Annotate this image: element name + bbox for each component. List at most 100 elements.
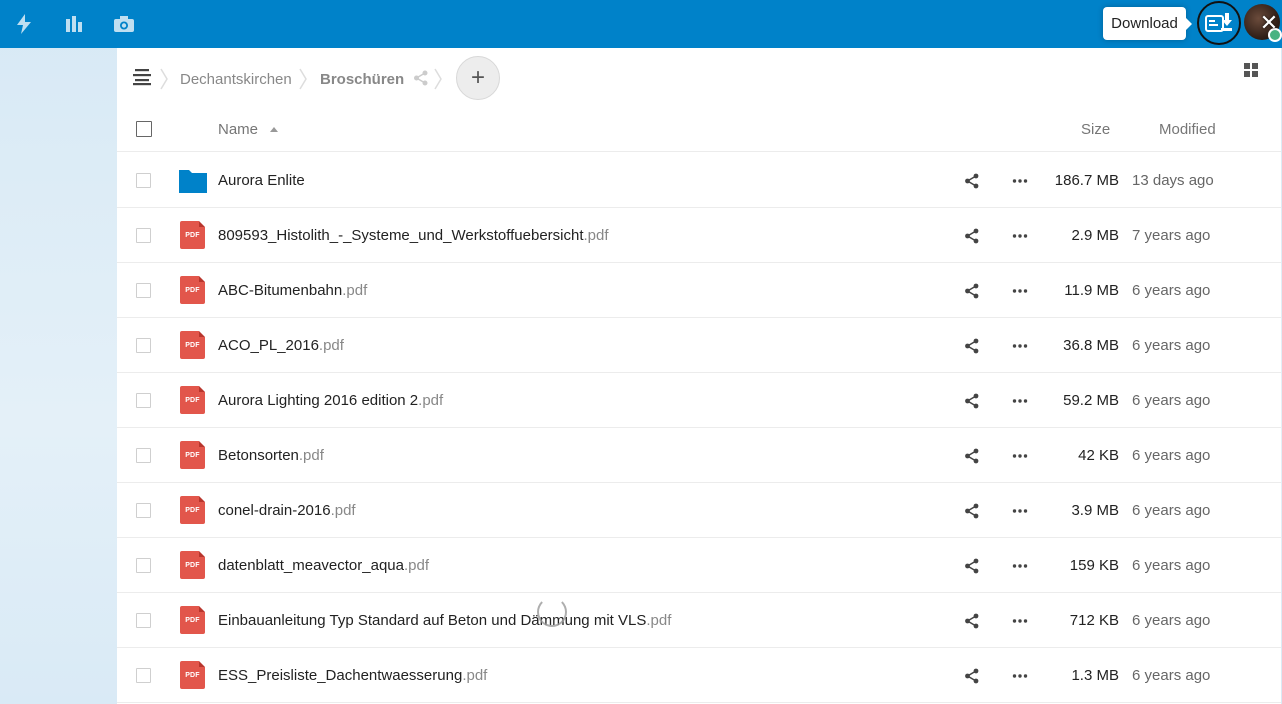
table-row[interactable]: PDF ACO_PL_2016.pdf 36.8 MB 6 years ago [117, 318, 1281, 373]
file-modified: 6 years ago [1132, 447, 1211, 464]
row-checkbox[interactable] [136, 393, 151, 408]
pdf-icon-label: PDF [185, 506, 200, 514]
more-actions-icon[interactable] [1012, 668, 1028, 684]
file-basename: conel-drain-2016 [218, 502, 331, 519]
file-name[interactable]: Betonsorten.pdf [218, 447, 324, 464]
more-actions-icon[interactable] [1012, 338, 1028, 354]
more-actions-icon[interactable] [1012, 393, 1028, 409]
loading-spinner [537, 597, 567, 627]
share-icon[interactable] [964, 173, 980, 189]
table-row[interactable]: PDF ABC-Bitumenbahn.pdf 11.9 MB 6 years … [117, 263, 1281, 318]
row-checkbox[interactable] [136, 338, 151, 353]
top-header-bar: Download ✕ [0, 0, 1282, 48]
file-name[interactable]: datenblatt_meavector_aqua.pdf [218, 557, 429, 574]
files-panel: Dechantskirchen Broschüren + Name Size M… [117, 48, 1281, 704]
column-header-modified[interactable]: Modified [1159, 121, 1216, 138]
file-basename: Aurora Lighting 2016 edition 2 [218, 392, 419, 409]
row-checkbox[interactable] [136, 503, 151, 518]
table-row[interactable]: PDF ESS_Preisliste_Dachentwaesserung.pdf… [117, 648, 1281, 703]
share-icon[interactable] [964, 283, 980, 299]
more-actions-icon[interactable] [1012, 503, 1028, 519]
file-name[interactable]: Aurora Lighting 2016 edition 2.pdf [218, 392, 443, 409]
share-icon[interactable] [964, 503, 980, 519]
pdf-file-icon: PDF [180, 386, 205, 414]
file-name[interactable]: Einbauanleitung Typ Standard auf Beton u… [218, 612, 671, 629]
breadcrumb-item-dechantskirchen[interactable]: Dechantskirchen [180, 71, 292, 88]
close-icon[interactable]: ✕ [1258, 12, 1280, 34]
share-icon[interactable] [964, 558, 980, 574]
row-checkbox[interactable] [136, 613, 151, 628]
more-actions-icon[interactable] [1012, 613, 1028, 629]
breadcrumb-item-current[interactable]: Broschüren [320, 71, 404, 88]
home-icon[interactable] [133, 68, 153, 86]
table-row[interactable]: PDF datenblatt_meavector_aqua.pdf 159 KB… [117, 538, 1281, 593]
pdf-file-icon: PDF [180, 331, 205, 359]
table-row[interactable]: Aurora Enlite 186.7 MB 13 days ago [117, 153, 1281, 208]
file-basename: 809593_Histolith_-_Systeme_und_Werkstoff… [218, 227, 584, 244]
file-name[interactable]: ESS_Preisliste_Dachentwaesserung.pdf [218, 667, 487, 684]
file-extension: .pdf [298, 447, 324, 464]
dashboard-icon[interactable] [62, 12, 86, 36]
file-size: 159 KB [1069, 557, 1119, 574]
more-actions-icon[interactable] [1012, 558, 1028, 574]
row-checkbox[interactable] [136, 558, 151, 573]
file-modified: 6 years ago [1132, 502, 1211, 519]
file-name[interactable]: ABC-Bitumenbahn.pdf [218, 282, 367, 299]
table-row[interactable]: PDF 809593_Histolith_-_Systeme_und_Werks… [117, 208, 1281, 263]
table-row[interactable]: PDF Betonsorten.pdf 42 KB 6 years ago [117, 428, 1281, 483]
column-header-size[interactable]: Size [1081, 121, 1110, 138]
file-name[interactable]: conel-drain-2016.pdf [218, 502, 356, 519]
share-icon[interactable] [413, 70, 429, 86]
pdf-file-icon: PDF [180, 221, 205, 249]
file-extension: .pdf [462, 667, 488, 684]
table-header: Name Size Modified [117, 104, 1281, 152]
row-checkbox[interactable] [136, 173, 151, 188]
share-icon[interactable] [964, 393, 980, 409]
share-icon[interactable] [964, 228, 980, 244]
row-checkbox[interactable] [136, 448, 151, 463]
more-actions-icon[interactable] [1012, 448, 1028, 464]
file-extension: .pdf [318, 337, 344, 354]
file-name[interactable]: 809593_Histolith_-_Systeme_und_Werkstoff… [218, 227, 609, 244]
row-checkbox[interactable] [136, 228, 151, 243]
file-modified: 7 years ago [1132, 227, 1211, 244]
pdf-file-icon: PDF [180, 496, 205, 524]
plus-icon: + [470, 64, 485, 91]
table-row[interactable]: PDF Aurora Lighting 2016 edition 2.pdf 5… [117, 373, 1281, 428]
more-actions-icon[interactable] [1012, 228, 1028, 244]
breadcrumb-separator [299, 68, 307, 90]
table-row[interactable]: PDF conel-drain-2016.pdf 3.9 MB 6 years … [117, 483, 1281, 538]
file-basename: ACO_PL_2016 [218, 337, 319, 354]
file-modified: 6 years ago [1132, 557, 1211, 574]
activity-icon[interactable] [12, 12, 36, 36]
file-modified: 13 days ago [1132, 172, 1214, 189]
file-basename: ESS_Preisliste_Dachentwaesserung [218, 667, 463, 684]
file-size: 42 KB [1078, 447, 1119, 464]
row-checkbox[interactable] [136, 283, 151, 298]
column-header-name[interactable]: Name [218, 121, 258, 138]
tooltip-text: Download [1111, 15, 1178, 32]
pdf-file-icon: PDF [180, 661, 205, 689]
photos-icon[interactable] [112, 12, 136, 36]
add-new-button[interactable]: + [456, 56, 500, 100]
file-size: 2.9 MB [1071, 227, 1119, 244]
share-icon[interactable] [964, 613, 980, 629]
download-button[interactable] [1197, 1, 1241, 45]
file-modified: 6 years ago [1132, 337, 1211, 354]
file-extension: .pdf [403, 557, 430, 574]
file-name[interactable]: ACO_PL_2016.pdf [218, 337, 344, 354]
file-basename: Betonsorten [218, 447, 299, 464]
more-actions-icon[interactable] [1012, 283, 1028, 299]
file-name[interactable]: Aurora Enlite [218, 172, 305, 189]
grid-view-icon[interactable] [1244, 63, 1258, 77]
row-checkbox[interactable] [136, 668, 151, 683]
file-modified: 6 years ago [1132, 282, 1211, 299]
share-icon[interactable] [964, 338, 980, 354]
share-icon[interactable] [964, 668, 980, 684]
file-basename: ABC-Bitumenbahn [218, 282, 343, 299]
more-actions-icon[interactable] [1012, 173, 1028, 189]
select-all-checkbox[interactable] [136, 121, 152, 137]
table-row[interactable]: PDF Einbauanleitung Typ Standard auf Bet… [117, 593, 1281, 648]
file-modified: 6 years ago [1132, 392, 1211, 409]
share-icon[interactable] [964, 448, 980, 464]
